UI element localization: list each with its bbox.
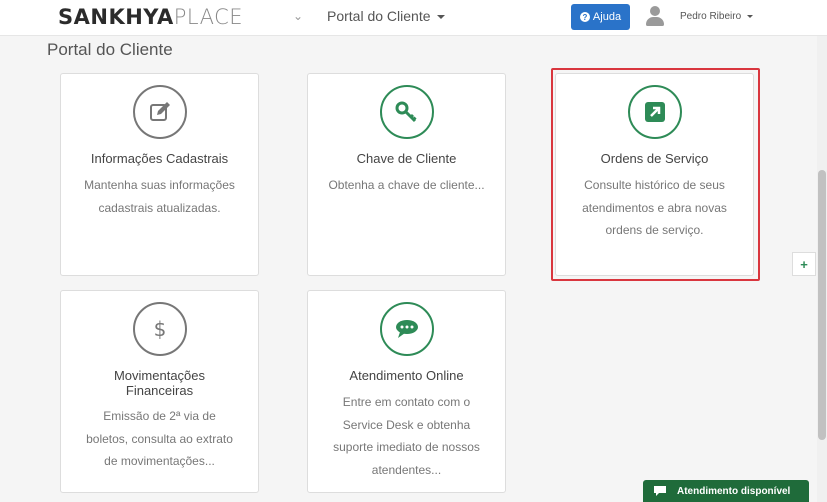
card-title: Chave de Cliente: [356, 151, 457, 166]
portal-menu-dropdown[interactable]: Portal do Cliente: [327, 8, 445, 24]
brand-chevron-down-icon[interactable]: ⌄: [293, 9, 303, 23]
help-button[interactable]: ? Ajuda: [571, 4, 630, 30]
card-title: Atendimento Online: [349, 368, 464, 383]
card-title: Movimentações Financeiras: [113, 368, 206, 398]
expand-side-button[interactable]: +: [792, 252, 816, 276]
question-icon: ?: [579, 12, 590, 22]
dollar-icon: $: [133, 302, 187, 356]
user-name: Pedro Ribeiro: [680, 11, 742, 22]
card-description: Entre em contato com o Service Desk e obt…: [333, 395, 480, 477]
user-menu-dropdown[interactable]: Pedro Ribeiro: [680, 11, 754, 22]
chat-bubble-icon: [654, 486, 666, 496]
card-description: Emissão de 2ª via de boletos, consulta ao…: [86, 409, 233, 468]
help-button-label: Ajuda: [592, 11, 622, 23]
page-title: Portal do Cliente: [47, 40, 173, 59]
scrollbar-thumb[interactable]: [818, 170, 826, 440]
top-navbar: SANKHYAPLACE ⌄ Portal do Cliente ? Ajuda …: [0, 0, 827, 36]
key-icon: [380, 85, 434, 139]
selection-highlight: [551, 68, 760, 281]
card-title: Informações Cadastrais: [90, 151, 229, 166]
edit-icon: [133, 85, 187, 139]
card-chave-de-cliente[interactable]: Chave de Cliente Obtenha a chave de clie…: [307, 73, 506, 276]
brand-logo[interactable]: SANKHYAPLACE: [58, 5, 243, 29]
caret-down-icon: [747, 14, 754, 18]
portal-menu-label: Portal do Cliente: [327, 8, 431, 24]
caret-down-icon: [436, 15, 445, 20]
user-avatar-icon[interactable]: [646, 6, 664, 26]
chat-available-button[interactable]: Atendimento disponível: [643, 480, 809, 502]
card-atendimento-online[interactable]: Atendimento Online Entre em contato com …: [307, 290, 506, 493]
card-movimentacoes-financeiras[interactable]: $ Movimentações Financeiras Emissão de 2ª…: [60, 290, 259, 493]
card-description: Obtenha a chave de cliente...: [328, 178, 485, 192]
card-informacoes-cadastrais[interactable]: Informações Cadastrais Mantenha suas inf…: [60, 73, 259, 276]
chat-icon: [380, 302, 434, 356]
card-description: Mantenha suas informações cadastrais atua…: [84, 178, 235, 215]
chat-label: Atendimento disponível: [677, 485, 791, 497]
